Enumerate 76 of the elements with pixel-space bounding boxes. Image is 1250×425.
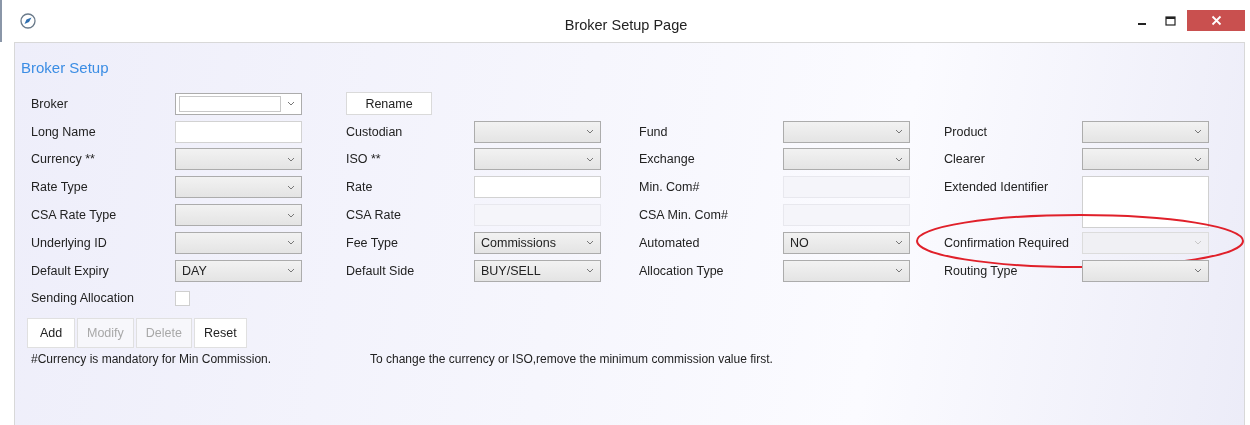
field-label: Extended Identifier	[944, 180, 1050, 195]
chevron-down-icon	[1194, 129, 1202, 135]
dropdown[interactable]	[175, 92, 302, 115]
field-label: Routing Type	[944, 263, 1019, 278]
field-label: CSA Min. Com#	[639, 208, 729, 223]
chevron-down-icon	[586, 129, 594, 135]
dropdown[interactable]	[1082, 259, 1209, 282]
field-label: Fund	[639, 124, 669, 139]
dropdown[interactable]	[474, 148, 601, 171]
field-label: Exchange	[639, 152, 696, 167]
dropdown[interactable]	[175, 204, 302, 227]
dropdown[interactable]	[175, 148, 302, 171]
field-label: Default Expiry	[31, 263, 110, 278]
dropdown[interactable]	[1082, 148, 1209, 171]
action-button[interactable]: Add	[27, 318, 75, 349]
field-label: Custodian	[346, 124, 404, 139]
field-label: Underlying ID	[31, 235, 108, 250]
app-icon	[20, 13, 36, 29]
field-label: CSA Rate Type	[31, 208, 118, 223]
section-heading: Broker Setup	[21, 59, 110, 76]
action-button[interactable]: Reset	[193, 318, 247, 349]
field-label: Clearer	[944, 152, 986, 167]
field-label: Product	[944, 124, 989, 139]
dropdown[interactable]	[783, 120, 910, 143]
dropdown[interactable]: Commissions	[474, 231, 601, 254]
chevron-down-icon	[1194, 157, 1202, 162]
dropdown[interactable]	[1082, 120, 1209, 143]
field-label: Fee Type	[346, 235, 399, 250]
rename-button[interactable]: Rename	[346, 92, 432, 116]
dropdown[interactable]	[783, 259, 910, 282]
text-area[interactable]	[1082, 176, 1209, 229]
chevron-down-icon	[287, 268, 295, 274]
chevron-down-icon	[287, 184, 295, 190]
field-label: Automated	[639, 235, 701, 250]
dropdown[interactable]	[474, 120, 601, 143]
dropdown[interactable]	[175, 176, 302, 199]
chevron-down-icon	[895, 157, 903, 162]
field-label: Broker	[31, 96, 69, 111]
chevron-down-icon	[1194, 240, 1202, 246]
field-label: Default Side	[346, 263, 416, 278]
chevron-down-icon	[895, 129, 903, 135]
chevron-down-icon	[586, 157, 594, 162]
note-text: To change the currency or ISO,remove the minimum commission value first.	[370, 352, 773, 367]
chevron-down-icon	[586, 240, 594, 246]
text-field[interactable]	[474, 176, 601, 199]
chevron-down-icon	[586, 268, 594, 274]
note-text: #Currency is mandatory for Min Commission.	[31, 352, 273, 367]
field-label: Long Name	[31, 124, 97, 139]
chevron-down-icon	[1194, 268, 1202, 274]
field-label: Confirmation Required	[944, 235, 1071, 250]
field-label: Rate Type	[31, 180, 89, 195]
chevron-down-icon	[895, 268, 903, 274]
dropdown[interactable]: NO	[783, 231, 910, 254]
maximize-icon	[1164, 15, 1176, 26]
close-button[interactable]	[1187, 10, 1245, 31]
text-field[interactable]	[175, 120, 302, 143]
field-label: ISO **	[346, 152, 382, 167]
chevron-down-icon	[287, 157, 295, 162]
chevron-down-icon	[895, 240, 903, 246]
minimize-icon	[1138, 22, 1146, 25]
field-label: Rate	[346, 180, 374, 195]
close-icon	[1210, 15, 1222, 26]
field-label: CSA Rate	[346, 208, 402, 223]
field-label: Allocation Type	[639, 263, 725, 278]
field-label: Sending Allocation	[31, 291, 135, 306]
window-title: Broker Setup Page	[564, 17, 688, 33]
dropdown[interactable]: BUY/SELL	[474, 259, 601, 282]
dropdown[interactable]	[783, 148, 910, 171]
field-label: Min. Com#	[639, 180, 701, 195]
dropdown[interactable]	[175, 231, 302, 254]
field-label: Currency **	[31, 152, 96, 167]
chevron-down-icon	[287, 101, 295, 107]
dropdown[interactable]: DAY	[175, 259, 302, 282]
chevron-down-icon	[287, 212, 295, 218]
chevron-down-icon	[287, 240, 295, 246]
checkbox[interactable]	[175, 290, 190, 306]
